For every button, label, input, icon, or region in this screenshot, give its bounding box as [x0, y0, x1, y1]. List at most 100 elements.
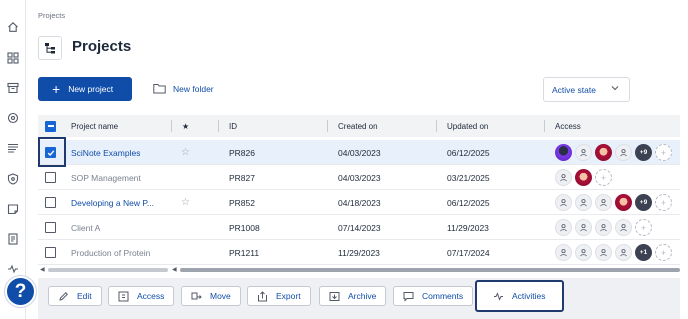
user-icon [600, 249, 607, 257]
avatar[interactable] [615, 244, 632, 261]
favorite-cell[interactable]: ☆ [181, 140, 190, 165]
shield-icon[interactable] [6, 172, 20, 186]
more-members-badge[interactable]: +9 [635, 144, 652, 161]
archive-button[interactable]: Archive [319, 286, 387, 306]
access-avatars[interactable]: + [555, 165, 612, 190]
row-checkbox[interactable] [45, 247, 56, 258]
target-icon[interactable] [6, 111, 20, 125]
project-name-cell[interactable]: Developing a New P... [71, 190, 167, 215]
add-member-icon[interactable]: + [595, 169, 612, 186]
breadcrumb[interactable]: Projects [38, 11, 65, 20]
column-header-updated-on[interactable]: Updated on [447, 115, 488, 137]
column-header-id[interactable]: ID [229, 115, 237, 137]
more-members-badge[interactable]: +9 [635, 194, 652, 211]
project-name-link[interactable]: Client A [71, 223, 100, 233]
select-all-checkbox-cell[interactable] [45, 115, 56, 137]
table-row[interactable]: Client A PR1008 07/14/2023 11/29/2023 + [38, 215, 680, 240]
project-id: PR1008 [229, 222, 260, 233]
export-button[interactable]: Export [247, 286, 311, 306]
avatar[interactable] [595, 219, 612, 236]
project-name-link[interactable]: Production of Protein [71, 248, 150, 258]
column-divider[interactable] [218, 120, 219, 132]
row-checkbox-cell[interactable] [45, 215, 56, 240]
project-name-link[interactable]: SOP Management [71, 173, 141, 183]
report-book-icon[interactable] [6, 232, 20, 246]
column-divider[interactable] [171, 120, 172, 132]
column-header-access[interactable]: Access [555, 115, 581, 137]
table-row[interactable]: Developing a New P... ☆ PR852 04/18/2023… [38, 190, 680, 215]
archive-box-icon[interactable] [6, 81, 20, 95]
move-button[interactable]: Move [181, 286, 241, 306]
comments-button[interactable]: Comments [393, 286, 474, 306]
project-name-cell[interactable]: Client A [71, 215, 167, 240]
add-member-icon[interactable]: + [635, 219, 652, 236]
avatar[interactable] [595, 194, 612, 211]
scrollbar-thumb-pinned[interactable] [48, 268, 168, 272]
avatar[interactable] [555, 144, 572, 161]
list-icon[interactable] [6, 141, 20, 155]
project-name-cell[interactable]: Production of Protein [71, 240, 167, 265]
table-row[interactable]: Production of Protein PR1211 11/29/2023 … [38, 240, 680, 265]
star-outline-icon[interactable]: ☆ [181, 147, 190, 158]
avatar[interactable] [575, 169, 592, 186]
column-divider[interactable] [544, 120, 545, 132]
avatar[interactable] [555, 244, 572, 261]
add-member-icon[interactable]: + [655, 194, 672, 211]
updated-on: 06/12/2025 [447, 147, 490, 158]
activities-button[interactable]: Activities [475, 280, 564, 312]
select-all-checkbox[interactable] [45, 120, 56, 132]
avatar[interactable] [555, 169, 572, 186]
more-members-badge[interactable]: +1 [635, 244, 652, 261]
edit-button[interactable]: Edit [48, 286, 102, 306]
horizontal-scrollbar[interactable]: ◀ ◀ [38, 266, 680, 274]
avatar[interactable] [615, 219, 632, 236]
column-divider[interactable] [436, 120, 437, 132]
avatar[interactable] [575, 194, 592, 211]
row-checkbox[interactable] [45, 172, 56, 183]
avatar[interactable] [575, 244, 592, 261]
activity-pulse-icon[interactable] [6, 262, 20, 276]
project-name-cell[interactable]: SOP Management [71, 165, 167, 190]
column-header-created-on[interactable]: Created on [338, 115, 378, 137]
row-checkbox[interactable] [45, 197, 56, 208]
scrollbar-thumb[interactable] [180, 268, 680, 272]
add-member-icon[interactable]: + [655, 244, 672, 261]
column-divider[interactable] [327, 120, 328, 132]
help-button[interactable]: ? [5, 276, 36, 307]
home-icon[interactable] [6, 20, 20, 34]
column-header-star[interactable]: ★ [182, 115, 189, 137]
star-outline-icon[interactable]: ☆ [181, 197, 190, 208]
access-button[interactable]: Access [108, 286, 175, 306]
new-project-button[interactable]: + New project [38, 77, 132, 101]
project-name-link[interactable]: Developing a New P... [71, 198, 154, 208]
avatar[interactable] [615, 194, 632, 211]
table-row[interactable]: SciNote Examples ☆ PR826 04/03/2023 06/1… [38, 140, 680, 165]
scroll-left-icon[interactable]: ◀ [172, 266, 177, 274]
avatar[interactable] [595, 144, 612, 161]
column-header-project-name[interactable]: Project name [71, 115, 118, 137]
avatar[interactable] [575, 219, 592, 236]
projects-grid-icon[interactable] [6, 51, 20, 65]
scroll-left-icon[interactable]: ◀ [40, 266, 45, 274]
add-member-icon[interactable]: + [655, 144, 672, 161]
access-avatars[interactable]: + [555, 215, 652, 240]
avatar[interactable] [615, 144, 632, 161]
row-checkbox-cell[interactable] [45, 190, 56, 215]
row-checkbox-cell[interactable] [45, 240, 56, 265]
project-name-link[interactable]: SciNote Examples [71, 148, 140, 158]
row-checkbox-cell[interactable] [45, 165, 56, 190]
active-state-dropdown[interactable]: Active state [543, 77, 630, 102]
access-avatars[interactable]: +1 + [555, 240, 672, 265]
avatar[interactable] [555, 194, 572, 211]
avatar[interactable] [575, 144, 592, 161]
label-tag-icon[interactable] [6, 202, 20, 216]
access-avatars[interactable]: +9 + [555, 190, 672, 215]
avatar[interactable] [595, 244, 612, 261]
favorite-cell[interactable]: ☆ [181, 190, 190, 215]
avatar[interactable] [555, 219, 572, 236]
row-checkbox[interactable] [45, 222, 56, 233]
access-avatars[interactable]: +9 + [555, 140, 672, 165]
table-row[interactable]: SOP Management PR827 04/03/2023 03/21/20… [38, 165, 680, 190]
project-name-cell[interactable]: SciNote Examples [71, 140, 167, 165]
new-folder-button[interactable]: New folder [153, 83, 214, 94]
